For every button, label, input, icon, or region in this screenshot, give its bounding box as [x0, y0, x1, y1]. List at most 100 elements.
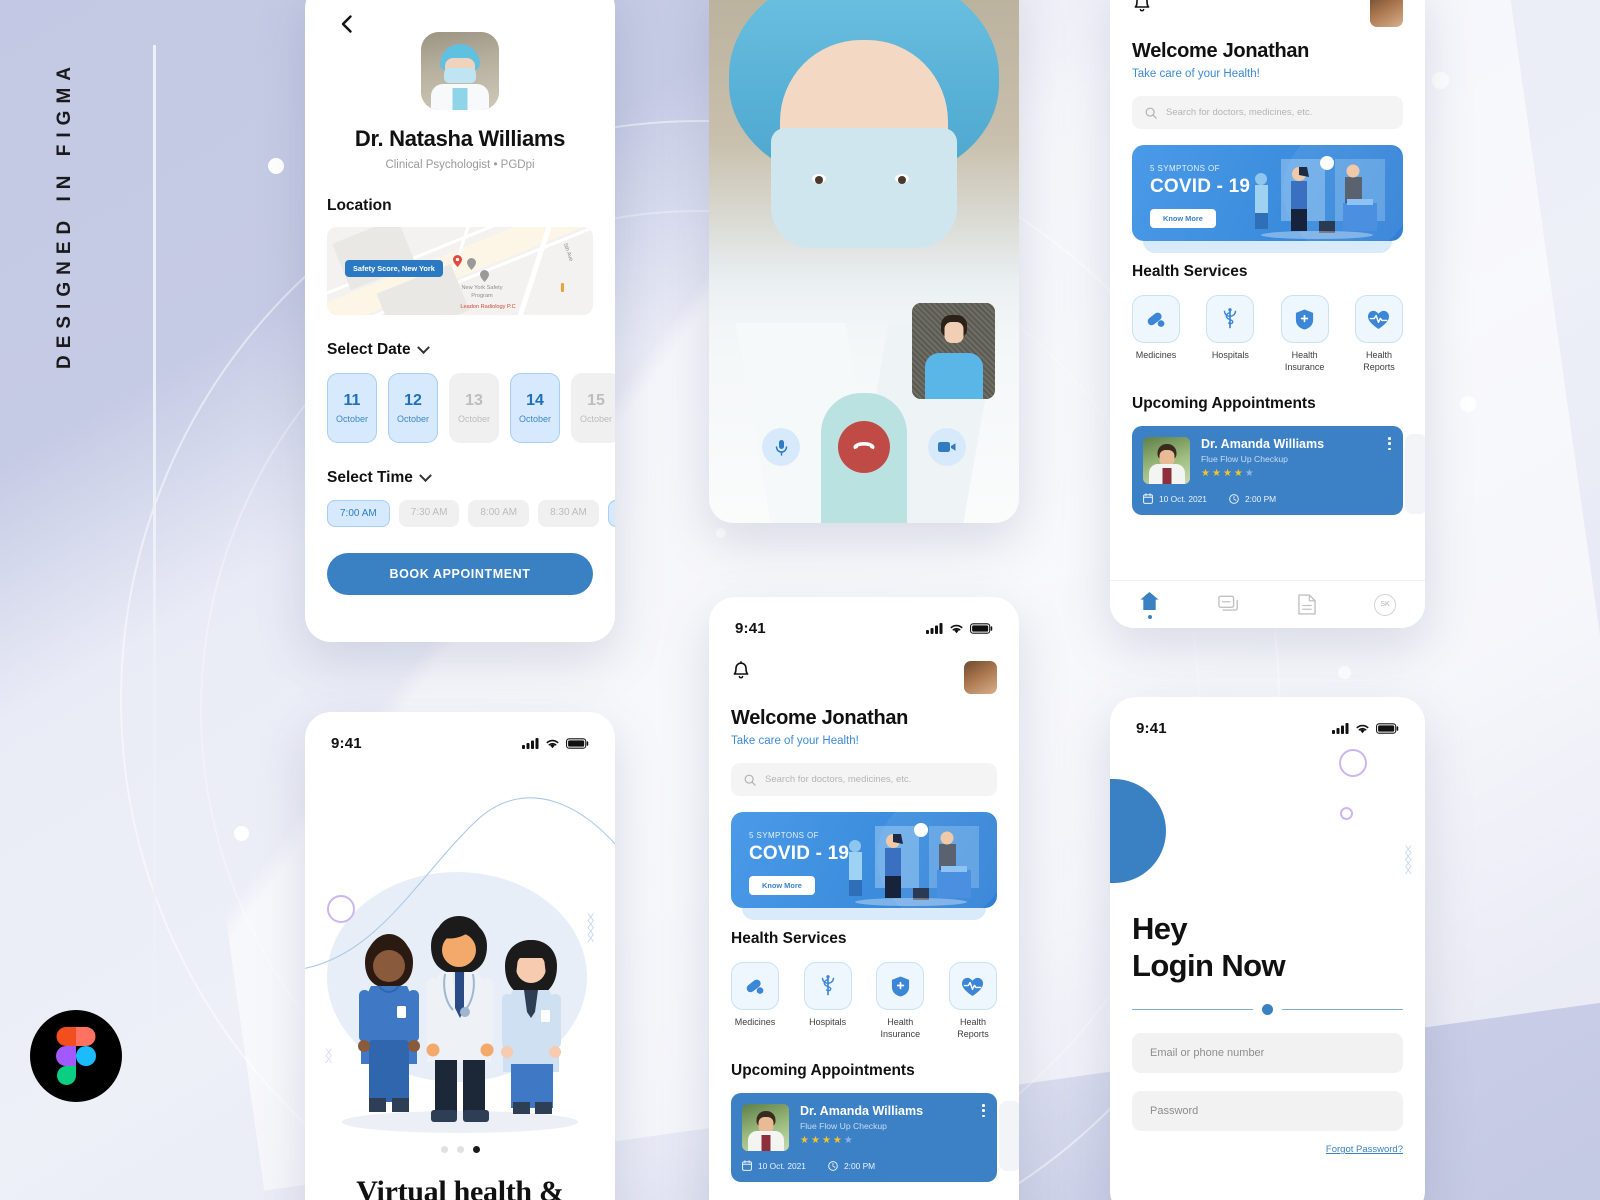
- know-more-button[interactable]: Know More: [749, 876, 815, 895]
- service-hospitals[interactable]: Hospitals: [803, 962, 852, 1040]
- appointment-next-card-peek[interactable]: [999, 1101, 1019, 1172]
- appointment-rating: ★ ★ ★ ★ ★: [1201, 468, 1324, 479]
- service-hospitals[interactable]: Hospitals: [1206, 295, 1255, 373]
- calendar-icon: [1143, 493, 1153, 505]
- star-icon: ★: [1211, 468, 1221, 480]
- appointment-time-text: 2:00 PM: [1244, 493, 1277, 504]
- divider-line: [153, 45, 156, 1105]
- covid-banner[interactable]: 5 SYMPTONS OF COVID - 19 Know More: [1132, 145, 1403, 241]
- time-chip[interactable]: 7:00 AM: [327, 500, 390, 527]
- appointment-date-text: 10 Oct. 2021: [758, 1160, 806, 1171]
- status-bar: 9:41: [709, 611, 1019, 645]
- login-heading: Hey Login Now: [1132, 911, 1403, 984]
- doctor-avatar: [421, 32, 499, 110]
- date-card[interactable]: 12 October: [388, 373, 438, 443]
- covid-banner[interactable]: 5 SYMPTONS OF COVID - 19 Know More: [731, 812, 997, 908]
- battery-icon: [566, 737, 589, 749]
- appointment-card[interactable]: Dr. Amanda Williams Flue Flow Up Checkup…: [731, 1093, 997, 1183]
- user-avatar[interactable]: [964, 661, 997, 694]
- appointment-menu-button[interactable]: [982, 1104, 985, 1118]
- appointment-next-card-peek[interactable]: [1405, 434, 1425, 515]
- service-health-reports[interactable]: Health Reports: [948, 962, 997, 1040]
- select-date-label[interactable]: Select Date: [327, 340, 593, 359]
- select-date-text: Select Date: [327, 341, 411, 358]
- search-input[interactable]: Search for doctors, medicines, etc.: [1132, 96, 1403, 129]
- forgot-password-link[interactable]: Forgot Password?: [1132, 1144, 1403, 1155]
- welcome-subtitle: Take care of your Health!: [731, 735, 859, 747]
- date-card[interactable]: 15 October: [571, 373, 615, 443]
- date-card[interactable]: 13 October: [449, 373, 499, 443]
- date-card[interactable]: 14 October: [510, 373, 560, 443]
- doctor-credentials: Clinical Psychologist • PGDpi: [385, 159, 535, 171]
- know-more-button[interactable]: Know More: [1150, 209, 1216, 228]
- appointment-date-text: 10 Oct. 2021: [1159, 493, 1207, 504]
- pagination-dot-active[interactable]: [472, 1146, 480, 1153]
- appointment-doctor-photo: [742, 1104, 789, 1152]
- end-call-button[interactable]: [838, 421, 890, 473]
- appointment-menu-button[interactable]: [1388, 437, 1391, 451]
- appointment-time-text: 2:00 PM: [843, 1160, 876, 1171]
- pagination-dot[interactable]: [440, 1146, 448, 1153]
- date-month: October: [396, 414, 429, 424]
- health-services-title: Health Services: [1132, 263, 1248, 280]
- service-health-reports[interactable]: Health Reports: [1354, 295, 1403, 373]
- back-button[interactable]: [335, 12, 359, 36]
- onboarding-pagination[interactable]: [305, 1146, 615, 1153]
- password-field[interactable]: Password: [1132, 1091, 1403, 1132]
- nav-chat[interactable]: [1218, 595, 1240, 614]
- dna-decor-icon: XXXX: [1404, 844, 1412, 877]
- divider-knob[interactable]: [1262, 1004, 1273, 1016]
- search-icon: [744, 774, 756, 786]
- cellular-icon: [926, 622, 943, 634]
- service-label: Medicines: [1135, 350, 1177, 360]
- search-placeholder: Search for doctors, medicines, etc.: [1166, 107, 1313, 118]
- mute-microphone-button[interactable]: [762, 428, 800, 466]
- time-chip[interactable]: 7:30 AM: [398, 500, 460, 527]
- toggle-video-button[interactable]: [928, 428, 966, 466]
- calendar-icon: [742, 1160, 752, 1172]
- time-picker-row[interactable]: 7:00 AM 7:30 AM 8:00 AM 8:30 AM 9:00 AM: [327, 500, 615, 527]
- heart-pulse-icon: [1354, 295, 1403, 343]
- document-icon: [1298, 594, 1316, 615]
- time-chip[interactable]: 8:30 AM: [538, 500, 599, 527]
- bell-icon[interactable]: [731, 661, 751, 683]
- service-medicines[interactable]: Medicines: [1132, 295, 1180, 373]
- login-heading-line2: Login Now: [1132, 947, 1286, 983]
- nav-documents[interactable]: [1298, 594, 1316, 615]
- time-chip[interactable]: 8:00 AM: [468, 500, 530, 527]
- nav-profile[interactable]: SK: [1374, 593, 1396, 616]
- email-placeholder: Email or phone number: [1150, 1047, 1265, 1060]
- service-label: Health Insurance: [1284, 350, 1325, 372]
- chevron-down-icon: [419, 468, 432, 482]
- bell-icon[interactable]: [1132, 0, 1152, 16]
- doctors-illustration: [342, 916, 578, 1133]
- appointment-card[interactable]: Dr. Amanda Williams Flue Flow Up Checkup…: [1132, 426, 1403, 516]
- pill-icon: [1132, 295, 1180, 343]
- service-health-insurance[interactable]: Health Insurance: [876, 962, 925, 1040]
- service-medicines[interactable]: Medicines: [731, 962, 779, 1040]
- location-map[interactable]: Safety Score, New York New York Safety P…: [327, 227, 593, 315]
- onboarding-title: Virtual health &: [356, 1175, 564, 1200]
- time-chip[interactable]: 9:00 AM: [607, 500, 615, 527]
- star-icon: ★: [1222, 468, 1232, 480]
- email-field[interactable]: Email or phone number: [1132, 1033, 1403, 1074]
- service-health-insurance[interactable]: Health Insurance: [1280, 295, 1329, 373]
- search-input[interactable]: Search for doctors, medicines, etc.: [731, 763, 997, 796]
- user-avatar[interactable]: [1370, 0, 1403, 27]
- date-card[interactable]: 11 October: [327, 373, 377, 443]
- appointment-doctor-name: Dr. Amanda Williams: [800, 1104, 924, 1119]
- star-icon: ★: [821, 1135, 831, 1147]
- select-time-label[interactable]: Select Time: [327, 468, 593, 487]
- self-video-thumbnail[interactable]: [912, 303, 995, 399]
- health-services-title: Health Services: [731, 930, 847, 947]
- star-icon: ★: [832, 1135, 842, 1147]
- appointment-rating: ★ ★ ★ ★ ★: [800, 1135, 923, 1146]
- pagination-dot[interactable]: [456, 1146, 464, 1153]
- date-picker-row[interactable]: 11 October 12 October 13 October 14 Octo…: [327, 373, 615, 443]
- shield-plus-icon: [1280, 295, 1329, 343]
- book-appointment-button[interactable]: BOOK APPOINTMENT: [327, 553, 593, 595]
- nav-home[interactable]: [1139, 591, 1160, 619]
- decor-circle-large: [1339, 749, 1367, 777]
- password-placeholder: Password: [1150, 1105, 1199, 1118]
- login-divider: [1132, 1004, 1403, 1016]
